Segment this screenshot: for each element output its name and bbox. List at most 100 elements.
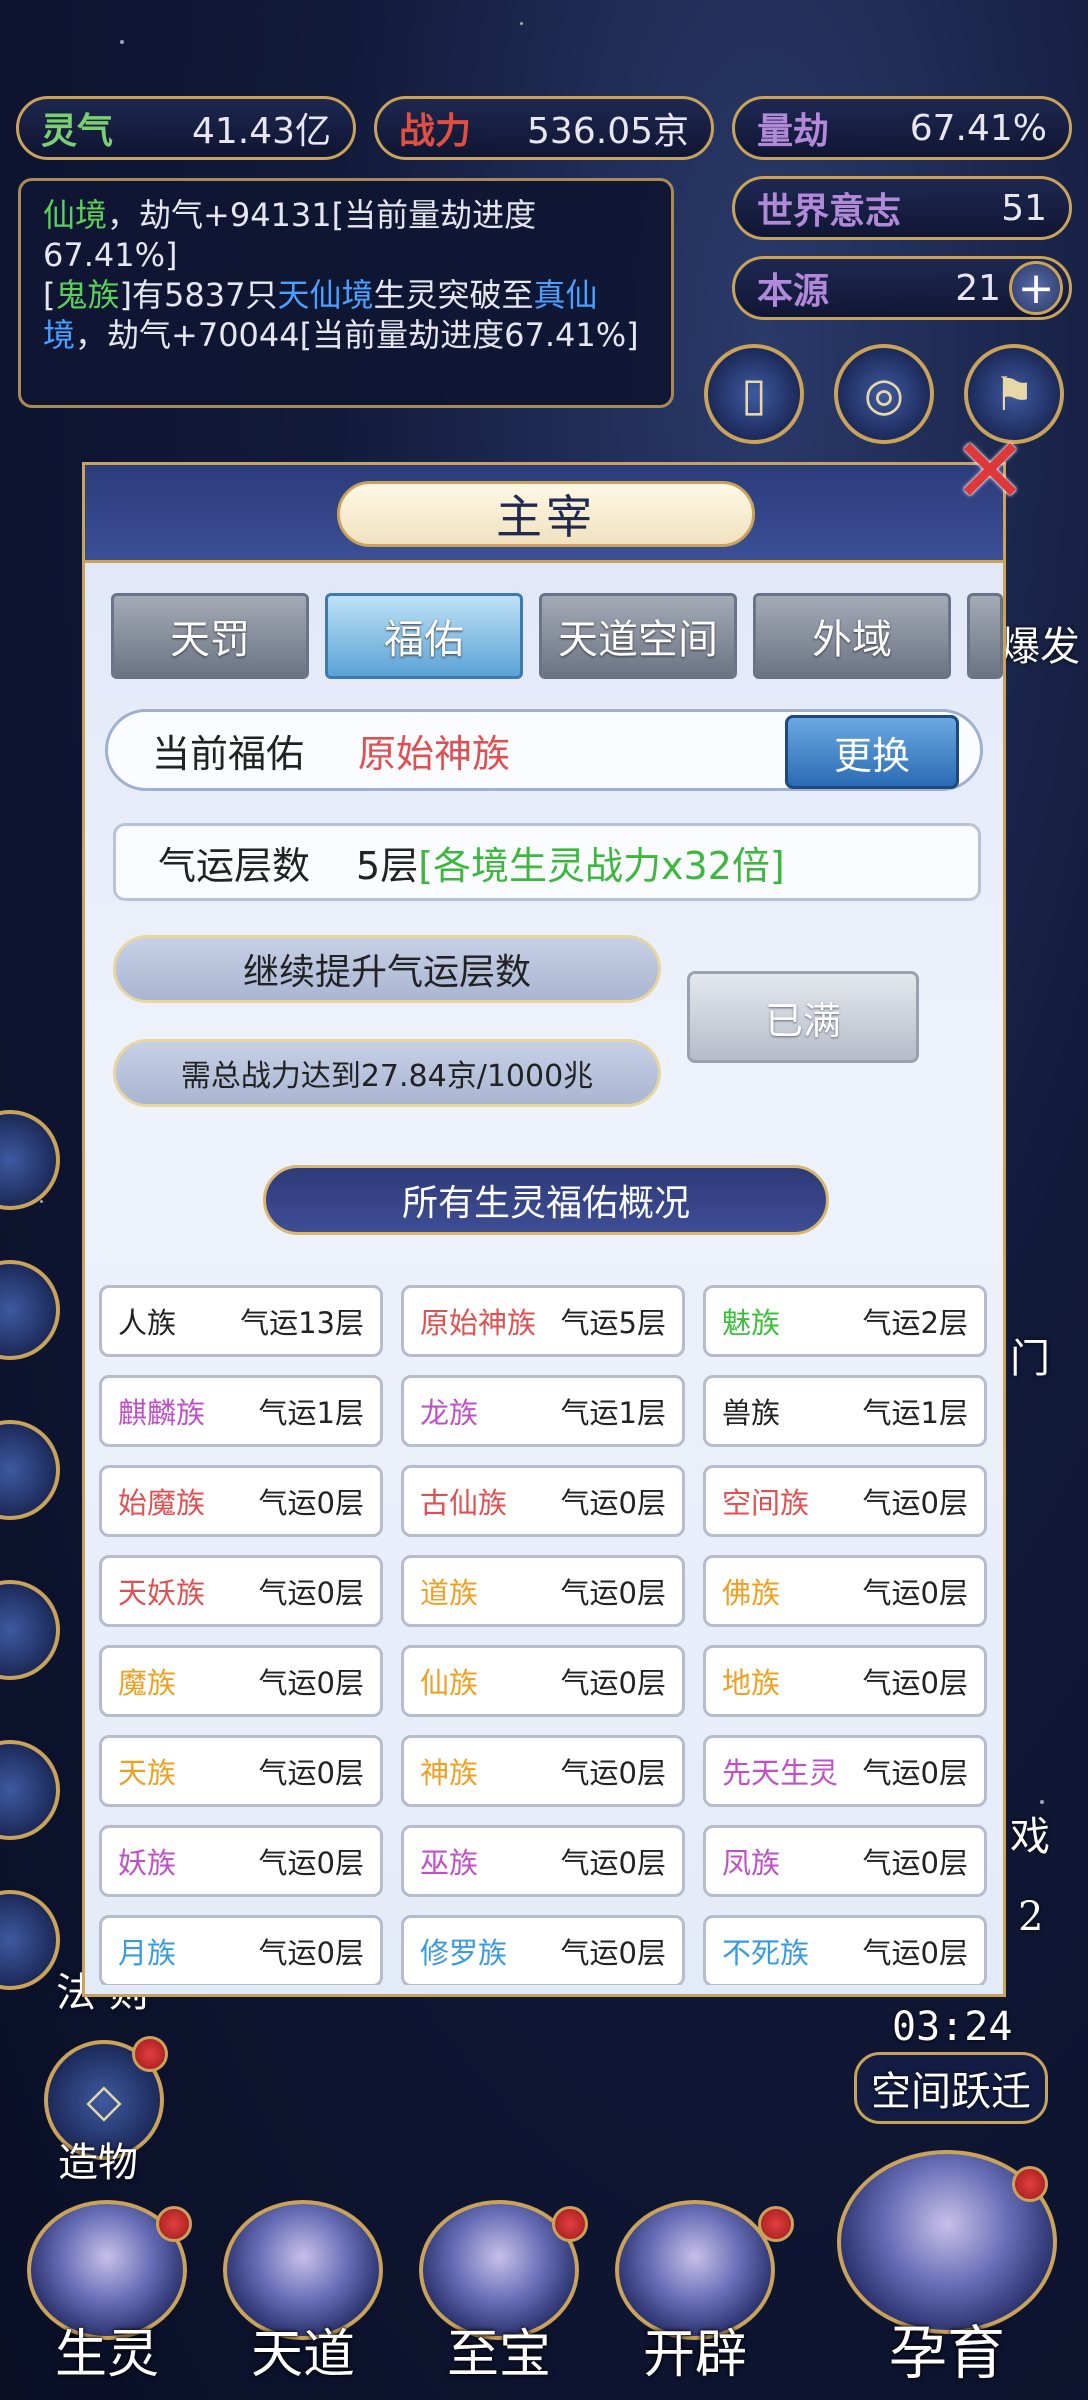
current-blessing-value: 原始神族	[358, 731, 511, 776]
nav-kaipi[interactable]: 开辟	[610, 2200, 780, 2390]
race-cell[interactable]: 道族 气运0层	[401, 1555, 685, 1627]
tab-tianfa[interactable]: 天罚	[111, 593, 309, 679]
race-cell[interactable]: 月族 气运0层	[99, 1915, 383, 1985]
stat-zhanli-label: 战力	[399, 110, 472, 152]
stat-benyuan-label: 本源	[757, 270, 830, 312]
nav-label: 至宝	[446, 2325, 551, 2385]
race-name: 始魔族	[118, 1486, 206, 1520]
race-luck-level: 气运0层	[560, 1486, 666, 1520]
race-luck-level: 气运0层	[258, 1846, 364, 1880]
race-luck-level: 气运0层	[560, 1666, 666, 1700]
race-cell[interactable]: 天妖族 气运0层	[99, 1555, 383, 1627]
tab-tiandao-space[interactable]: 天道空间	[539, 593, 737, 679]
race-cell[interactable]: 始魔族 气运0层	[99, 1465, 383, 1537]
stat-lingqi[interactable]: 灵气 41.43亿	[16, 96, 356, 160]
tab-more[interactable]	[967, 593, 1003, 679]
race-cell[interactable]: 神族 气运0层	[401, 1735, 685, 1807]
close-icon[interactable]: ✕	[942, 424, 1038, 520]
space-jump-button[interactable]: 空间跃迁	[854, 2052, 1048, 2124]
stat-liangjie[interactable]: 量劫 67.41%	[732, 96, 1072, 160]
star	[120, 40, 124, 44]
race-cell[interactable]: 龙族 气运1层	[401, 1375, 685, 1447]
side-label-partial: 戏	[1010, 1814, 1050, 1860]
race-cell[interactable]: 仙族 气运0层	[401, 1645, 685, 1717]
race-luck-level: 气运13层	[240, 1306, 364, 1340]
race-cell[interactable]: 兽族 气运1层	[703, 1375, 987, 1447]
race-name: 道族	[420, 1576, 479, 1610]
race-cell[interactable]: 原始神族 气运5层	[401, 1285, 685, 1357]
side-button-left[interactable]	[0, 1260, 60, 1360]
star	[40, 1200, 43, 1203]
luck-level-row: 气运层数 5层 [各境生灵战力x32倍]	[113, 823, 981, 901]
nav-label: 生灵	[54, 2325, 159, 2385]
race-name: 原始神族	[420, 1306, 537, 1340]
race-cell[interactable]: 古仙族 气运0层	[401, 1465, 685, 1537]
race-name: 魅族	[722, 1306, 781, 1340]
race-cell[interactable]: 人族 气运13层	[99, 1285, 383, 1357]
race-name: 凤族	[722, 1846, 781, 1880]
race-cell[interactable]: 妖族 气运0层	[99, 1825, 383, 1897]
stat-zhanli[interactable]: 战力 536.05京	[374, 96, 714, 160]
race-cell[interactable]: 地族 气运0层	[703, 1645, 987, 1717]
race-cell[interactable]: 魅族 气运2层	[703, 1285, 987, 1357]
stat-benyuan[interactable]: 本源 21 +	[732, 256, 1072, 320]
tab-waiyu[interactable]: 外域	[753, 593, 951, 679]
side-button-left[interactable]	[0, 1580, 60, 1680]
stat-shijie-value: 51	[1001, 187, 1047, 229]
stat-liangjie-value: 67.41%	[909, 107, 1047, 149]
race-name: 先天生灵	[722, 1756, 839, 1790]
race-cell[interactable]: 凤族 气运0层	[703, 1825, 987, 1897]
race-name: 神族	[420, 1756, 479, 1790]
race-name: 修罗族	[420, 1936, 508, 1970]
stat-shijie[interactable]: 世界意志 51	[732, 176, 1072, 240]
stat-benyuan-value: 21	[955, 267, 1001, 309]
side-button-left[interactable]	[0, 1740, 60, 1840]
dialog-title: 主宰	[337, 481, 755, 547]
race-name: 地族	[722, 1666, 781, 1700]
race-name: 兽族	[722, 1396, 781, 1430]
tab-fuyou[interactable]: 福佑	[325, 593, 523, 679]
scroll-icon[interactable]: ▯	[704, 344, 804, 444]
log-entry: [鬼族]有5837只天仙境生灵突破至真仙境，劫气+70044[当前量劫进度67.…	[43, 275, 649, 355]
race-name: 魔族	[118, 1666, 177, 1700]
stat-zhanli-value: 536.05京	[527, 111, 689, 152]
notification-dot	[1012, 2166, 1048, 2202]
race-luck-level: 气运2层	[862, 1306, 968, 1340]
luck-level: 5层	[356, 843, 419, 888]
race-name: 古仙族	[420, 1486, 508, 1520]
stat-benyuan-right: 21 +	[955, 261, 1063, 315]
swap-button[interactable]: 更换	[785, 715, 959, 789]
full-button[interactable]: 已满	[687, 971, 919, 1063]
race-luck-level: 气运0层	[560, 1846, 666, 1880]
race-name: 龙族	[420, 1396, 479, 1430]
vortex-icon[interactable]: ◎	[834, 344, 934, 444]
race-cell[interactable]: 天族 气运0层	[99, 1735, 383, 1807]
race-cell[interactable]: 麒麟族 气运1层	[99, 1375, 383, 1447]
log-entry: 仙境，劫气+94131[当前量劫进度67.41%]	[43, 195, 649, 275]
race-name: 不死族	[722, 1936, 810, 1970]
race-name: 仙族	[420, 1666, 479, 1700]
race-name: 月族	[118, 1936, 177, 1970]
race-cell[interactable]: 空间族 气运0层	[703, 1465, 987, 1537]
race-cell[interactable]: 修罗族 气运0层	[401, 1915, 685, 1985]
stat-liangjie-label: 量劫	[757, 110, 830, 152]
side-label-partial: 门	[1010, 1336, 1050, 1382]
race-name: 空间族	[722, 1486, 810, 1520]
race-cell[interactable]: 不死族 气运0层	[703, 1915, 987, 1985]
side-button-left[interactable]	[0, 1110, 60, 1210]
log-text: ，劫气+70044[当前量劫进度67.41%]	[75, 316, 639, 354]
race-luck-level: 气运5层	[560, 1306, 666, 1340]
side-button-left[interactable]	[0, 1890, 60, 1990]
race-luck-level: 气运0层	[862, 1486, 968, 1520]
add-benyuan-button[interactable]: +	[1009, 261, 1063, 315]
nav-tiandao[interactable]: 天道	[218, 2200, 388, 2390]
log-text: ]有5837只	[119, 276, 278, 314]
race-cell[interactable]: 巫族 气运0层	[401, 1825, 685, 1897]
race-luck-level: 气运0层	[258, 1576, 364, 1610]
side-button-left[interactable]	[0, 1420, 60, 1520]
race-luck-level: 气运0层	[258, 1756, 364, 1790]
current-blessing-label: 当前福佑	[152, 731, 305, 776]
race-cell[interactable]: 先天生灵 气运0层	[703, 1735, 987, 1807]
race-cell[interactable]: 魔族 气运0层	[99, 1645, 383, 1717]
race-cell[interactable]: 佛族 气运0层	[703, 1555, 987, 1627]
